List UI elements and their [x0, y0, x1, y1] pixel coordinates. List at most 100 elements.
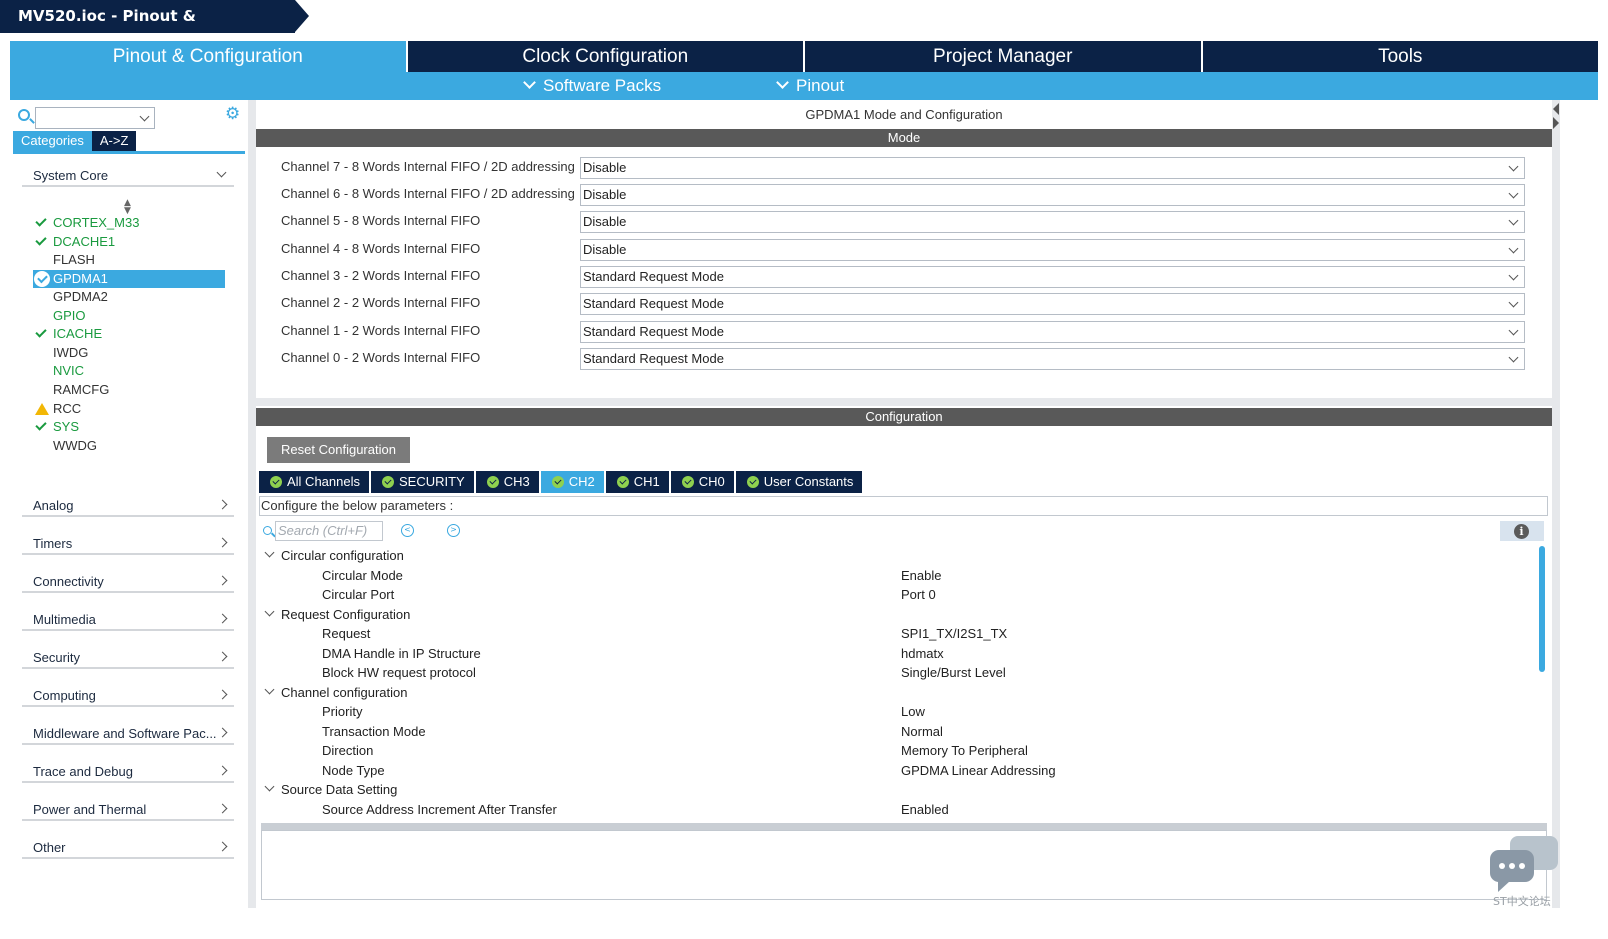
periph-ramcfg[interactable]: RAMCFG — [33, 381, 225, 399]
tab-project-manager[interactable]: Project Manager — [805, 41, 1203, 72]
mode-select-ch3[interactable]: Standard Request Mode — [580, 266, 1525, 288]
tree-param-row[interactable]: DMA Handle in IP Structure hdmatx — [256, 644, 1536, 663]
tab-ch3[interactable]: CH3 — [475, 471, 539, 493]
chevron-right-icon — [217, 651, 228, 662]
tree-param-row[interactable]: Block HW request protocol Single/Burst Le… — [256, 663, 1536, 682]
mode-row-ch1: Channel 1 - 2 Words Internal FIFO Standar… — [281, 321, 1526, 343]
breadcrumb-arrow-icon — [295, 0, 309, 32]
sort-icon[interactable]: ▲ ▼ — [124, 199, 131, 216]
periph-sys[interactable]: SYS — [33, 418, 225, 436]
periph-icache[interactable]: ICACHE — [33, 325, 225, 343]
periph-gpdma1[interactable]: GPDMA1 — [33, 270, 225, 288]
periph-nvic[interactable]: NVIC — [33, 362, 225, 380]
parameter-search-input[interactable]: Search (Ctrl+F) — [275, 521, 383, 541]
panel-splitter[interactable] — [248, 100, 256, 908]
gear-icon[interactable]: ⚙ — [225, 106, 241, 123]
section-power-thermal[interactable]: Power and Thermal — [22, 799, 234, 821]
tab-all-channels[interactable]: All Channels — [259, 471, 369, 493]
section-computing[interactable]: Computing — [22, 685, 234, 707]
chevron-right-icon — [217, 613, 228, 624]
tab-ch0[interactable]: CH0 — [670, 471, 734, 493]
mode-row-ch2: Channel 2 - 2 Words Internal FIFO Standar… — [281, 293, 1526, 315]
tab-tools[interactable]: Tools — [1202, 41, 1598, 72]
periph-rcc[interactable]: RCC — [33, 400, 225, 418]
mode-select-ch4[interactable]: Disable — [580, 239, 1525, 261]
section-timers[interactable]: Timers — [22, 533, 234, 555]
software-packs-menu[interactable]: Software Packs — [523, 72, 661, 100]
tab-categories[interactable]: Categories — [13, 131, 92, 151]
section-middleware[interactable]: Middleware and Software Pac... — [22, 723, 234, 745]
tree-group-row[interactable]: Request Configuration — [256, 605, 1536, 624]
tab-pinout-configuration[interactable]: Pinout & Configuration — [10, 41, 408, 72]
category-search-combo[interactable] — [35, 107, 155, 129]
check-icon — [35, 326, 47, 338]
section-trace-debug[interactable]: Trace and Debug — [22, 761, 234, 783]
collapse-left-icon[interactable] — [1553, 103, 1559, 115]
next-match-icon[interactable]: > — [447, 524, 460, 537]
section-multimedia[interactable]: Multimedia — [22, 609, 234, 631]
reset-configuration-button[interactable]: Reset Configuration — [267, 437, 410, 463]
tree-param-row[interactable]: Circular Mode Enable — [256, 566, 1536, 585]
category-search — [18, 106, 238, 130]
chevron-down-icon — [1508, 161, 1519, 172]
tab-security[interactable]: SECURITY — [371, 471, 474, 493]
chevron-right-icon — [217, 803, 228, 814]
section-system-core[interactable]: System Core — [22, 165, 234, 187]
tree-param-row[interactable]: Node Type GPDMA Linear Addressing — [256, 761, 1536, 780]
config-tabs: All Channels SECURITY CH3 CH2 CH1 CH0 Us… — [259, 471, 864, 493]
tree-param-row[interactable]: Priority Low — [256, 702, 1536, 721]
mode-select-ch7[interactable]: Disable — [580, 157, 1525, 179]
check-circle-icon — [681, 476, 694, 488]
chevron-right-icon — [217, 727, 228, 738]
description-splitter[interactable] — [261, 823, 1547, 830]
mode-select-ch6[interactable]: Disable — [580, 184, 1525, 206]
previous-match-icon[interactable]: < — [401, 524, 414, 537]
chevron-down-icon — [264, 781, 275, 792]
tab-underline — [13, 151, 245, 154]
tree-param-row[interactable]: Direction Memory To Peripheral — [256, 741, 1536, 760]
mode-select-ch0[interactable]: Standard Request Mode — [580, 348, 1525, 370]
info-button[interactable]: i — [1500, 521, 1544, 541]
mode-select-ch2[interactable]: Standard Request Mode — [580, 293, 1525, 315]
periph-gpio[interactable]: GPIO — [33, 307, 225, 325]
periph-wwdg[interactable]: WWDG — [33, 437, 225, 455]
tree-param-row[interactable]: Source Address Increment After Transfer E… — [256, 800, 1536, 819]
check-icon — [35, 215, 47, 227]
chevron-down-icon — [264, 547, 275, 558]
tree-param-row[interactable]: Transaction Mode Normal — [256, 722, 1536, 741]
scrollbar-thumb[interactable] — [1539, 546, 1545, 672]
collapse-right-icon[interactable] — [1553, 117, 1559, 129]
right-scroll-strip[interactable] — [1552, 100, 1560, 908]
tab-a-z[interactable]: A->Z — [91, 131, 137, 151]
section-analog[interactable]: Analog — [22, 495, 234, 517]
tree-param-row[interactable]: Request SPI1_TX/I2S1_TX — [256, 624, 1536, 643]
periph-cortex-m33[interactable]: CORTEX_M33 — [33, 214, 225, 232]
tab-clock-configuration[interactable]: Clock Configuration — [407, 41, 805, 72]
tree-scrollbar[interactable] — [1537, 546, 1547, 824]
periph-gpdma2[interactable]: GPDMA2 — [33, 288, 225, 306]
mode-select-ch1[interactable]: Standard Request Mode — [580, 321, 1525, 343]
tab-user-constants[interactable]: User Constants — [735, 471, 863, 493]
tree-group-row[interactable]: Circular configuration — [256, 546, 1536, 565]
chevron-right-icon — [217, 689, 228, 700]
chevron-down-icon — [776, 76, 789, 89]
check-circle-icon — [270, 476, 282, 488]
tree-param-row[interactable]: Circular Port Port 0 — [256, 585, 1536, 604]
tree-group-row[interactable]: Channel configuration — [256, 683, 1536, 702]
mode-select-ch5[interactable]: Disable — [580, 211, 1525, 233]
tab-ch2[interactable]: CH2 — [540, 471, 604, 493]
mode-row-ch0: Channel 0 - 2 Words Internal FIFO Standar… — [281, 348, 1526, 370]
section-other[interactable]: Other — [22, 837, 234, 859]
pinout-menu[interactable]: Pinout — [776, 72, 844, 100]
category-panel: ⚙ Categories A->Z System Core ▲ ▼ CORTEX_… — [10, 100, 248, 908]
section-splitter[interactable] — [256, 398, 1552, 406]
tab-ch1[interactable]: CH1 — [605, 471, 669, 493]
tree-group-row[interactable]: Source Data Setting — [256, 780, 1536, 799]
periph-flash[interactable]: FLASH — [33, 251, 225, 269]
chat-icon[interactable] — [1490, 836, 1560, 896]
periph-iwdg[interactable]: IWDG — [33, 344, 225, 362]
periph-dcache1[interactable]: DCACHE1 — [33, 233, 225, 251]
section-connectivity[interactable]: Connectivity — [22, 571, 234, 593]
section-security[interactable]: Security — [22, 647, 234, 669]
title-bar: MV520.ioc - Pinout & Configuration — [0, 0, 1608, 58]
